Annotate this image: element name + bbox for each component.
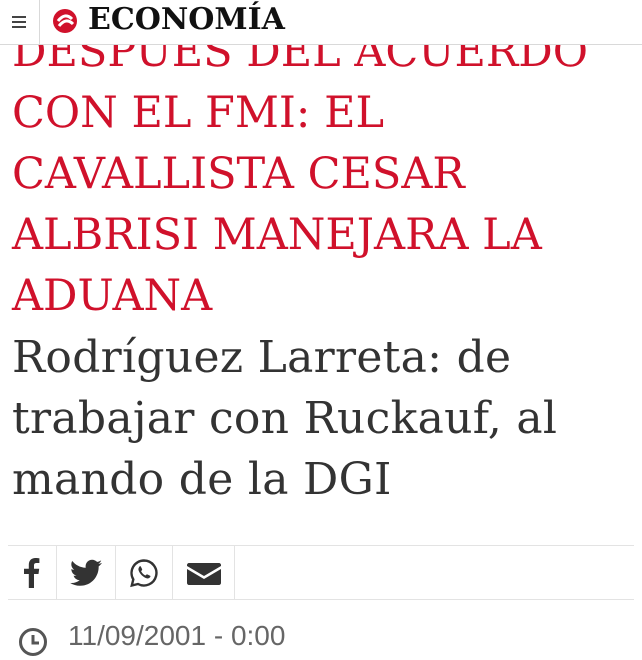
share-email-button[interactable] xyxy=(173,546,235,599)
whatsapp-icon xyxy=(130,558,158,587)
article-kicker: DESPUES DEL ACUERDO CON EL FMI: EL CAVAL… xyxy=(12,27,589,321)
section-title[interactable]: ECONOMÍA xyxy=(88,0,285,40)
publication-date: 11/09/2001 - 0:00 xyxy=(68,620,286,651)
email-icon xyxy=(186,562,221,585)
hamburger-menu-icon[interactable] xyxy=(0,0,40,44)
article-header: DESPUES DEL ACUERDO CON EL FMI: EL CAVAL… xyxy=(12,0,632,510)
facebook-icon xyxy=(24,557,40,588)
share-facebook-button[interactable] xyxy=(8,546,57,599)
newspaper-logo-icon[interactable] xyxy=(52,8,78,34)
share-whatsapp-button[interactable] xyxy=(116,546,173,599)
clock-icon xyxy=(19,628,47,656)
article-title: Rodríguez Larreta: de trabajar con Rucka… xyxy=(12,332,558,505)
twitter-icon xyxy=(70,559,102,586)
top-navigation-bar: ECONOMÍA xyxy=(0,0,642,45)
share-bar xyxy=(8,545,634,600)
share-twitter-button[interactable] xyxy=(57,546,116,599)
